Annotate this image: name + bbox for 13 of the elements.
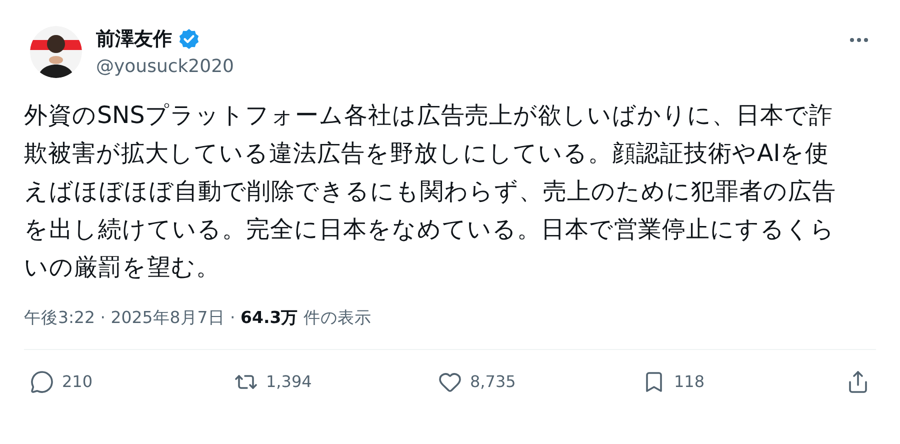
- like-button[interactable]: 8,735: [438, 370, 558, 394]
- share-icon: [846, 370, 870, 394]
- post-text: 外資のSNSプラットフォーム各社は広告売上が欲しいばかりに、日本で詐欺被害が拡大している違法広告を野放しにしている。顔認証技術やAIを使えばほぼほぼ自動で削除できるにも関わらず、売上のために犯罪者の広告を出し続けている。完全に日本をなめている。日本で営業停止にするくらいの厳罰を望む。: [24, 100, 837, 283]
- more-options-button[interactable]: [850, 38, 868, 42]
- bookmark-button[interactable]: 118: [642, 370, 762, 394]
- author-handle[interactable]: @yousuck2020: [96, 54, 234, 80]
- post-meta: 午後3:22 · 2025年8月7日 · 64.3万 件の表示: [24, 307, 372, 329]
- more-icon: [850, 38, 868, 42]
- repost-button[interactable]: 1,394: [234, 370, 354, 394]
- reply-icon: [30, 370, 54, 394]
- reply-button[interactable]: 210: [30, 370, 150, 394]
- author-name[interactable]: 前澤友作: [96, 26, 172, 52]
- share-button[interactable]: [846, 370, 870, 394]
